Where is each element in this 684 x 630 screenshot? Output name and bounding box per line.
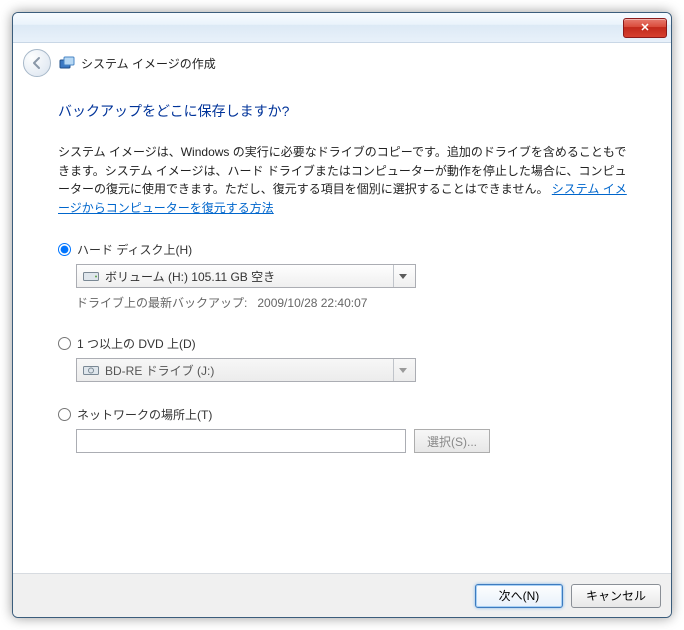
header: システム イメージの作成 [13,43,671,81]
radio-network[interactable] [58,408,71,421]
radio-dvd[interactable] [58,337,71,350]
option-network-label: ネットワークの場所上(T) [77,406,212,423]
option-hdd: ハード ディスク上(H) ボリューム (H:) 105.11 GB 空き ドライ… [58,241,631,311]
system-image-icon [59,55,75,71]
network-browse-button[interactable]: 選択(S)... [414,429,490,453]
window-title-text: システム イメージの作成 [81,55,216,72]
back-arrow-icon [30,56,44,70]
option-hdd-row[interactable]: ハード ディスク上(H) [58,241,631,258]
footer: 次へ(N) キャンセル [13,573,671,617]
optical-drive-icon [83,364,99,376]
option-dvd-label: 1 つ以上の DVD 上(D) [77,335,196,352]
hdd-drive-select[interactable]: ボリューム (H:) 105.11 GB 空き [76,264,416,288]
dvd-selected-text: BD-RE ドライブ (J:) [105,362,387,379]
dvd-drive-select[interactable]: BD-RE ドライブ (J:) [76,358,416,382]
option-network-row[interactable]: ネットワークの場所上(T) [58,406,631,423]
option-network: ネットワークの場所上(T) 選択(S)... [58,406,631,453]
radio-hdd[interactable] [58,243,71,256]
dialog-window: ✕ システム イメージの作成 バックアップをどこに保存しますか? システム イメ… [12,12,672,618]
question-heading: バックアップをどこに保存しますか? [58,101,631,121]
next-button[interactable]: 次へ(N) [475,584,563,608]
window-close-button[interactable]: ✕ [623,18,667,38]
latest-backup-label: ドライブ上の最新バックアップ: [76,296,247,310]
titlebar: ✕ [13,13,671,43]
description-body: システム イメージは、Windows の実行に必要なドライブのコピーです。追加の… [58,145,627,196]
hard-drive-icon [83,270,99,282]
close-icon: ✕ [640,21,649,34]
content-area: バックアップをどこに保存しますか? システム イメージは、Windows の実行… [13,81,671,573]
cancel-button[interactable]: キャンセル [571,584,661,608]
option-hdd-label: ハード ディスク上(H) [77,241,192,258]
chevron-down-icon [393,359,411,381]
hdd-latest-backup: ドライブ上の最新バックアップ: 2009/10/28 22:40:07 [76,294,631,311]
network-path-input[interactable] [76,429,406,453]
option-dvd: 1 つ以上の DVD 上(D) BD-RE ドライブ (J:) [58,335,631,382]
chevron-down-icon [393,265,411,287]
option-dvd-row[interactable]: 1 つ以上の DVD 上(D) [58,335,631,352]
back-button[interactable] [23,49,51,77]
header-title: システム イメージの作成 [59,55,216,72]
description-text: システム イメージは、Windows の実行に必要なドライブのコピーです。追加の… [58,143,631,217]
hdd-selected-text: ボリューム (H:) 105.11 GB 空き [105,268,387,285]
latest-backup-value: 2009/10/28 22:40:07 [257,296,367,310]
